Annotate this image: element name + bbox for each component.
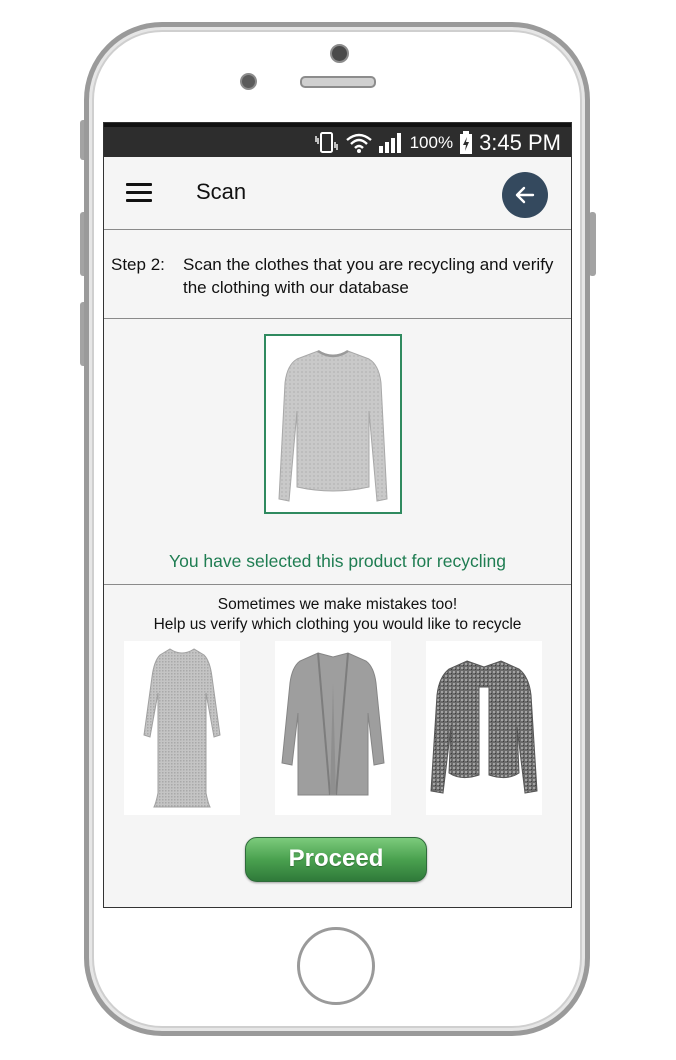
- knit-cardigan-image: [430, 660, 538, 794]
- home-button[interactable]: [297, 927, 375, 1005]
- divider-step: [104, 318, 571, 319]
- step-text: Scan the clothes that you are recycling …: [183, 255, 554, 297]
- battery-percentage: 100%: [409, 133, 454, 152]
- dress-image: [143, 648, 221, 808]
- verify-line-2: Help us verify which clothing you would …: [153, 616, 522, 633]
- verify-instructions: Sometimes we make mistakes too! Help us …: [104, 595, 571, 635]
- option-dress[interactable]: [124, 641, 240, 815]
- option-knit-cardigan[interactable]: [426, 641, 542, 815]
- divider-top: [104, 229, 571, 230]
- selected-product-frame: [264, 334, 402, 514]
- proximity-sensor: [240, 73, 257, 90]
- status-bar: 100% 3:45 PM: [104, 123, 571, 157]
- earpiece-speaker: [300, 76, 376, 88]
- app-bar: Scan: [104, 157, 571, 229]
- selected-product-message: You have selected this product for recyc…: [169, 551, 506, 571]
- proceed-button[interactable]: Proceed: [245, 837, 427, 882]
- wifi-icon: [345, 132, 372, 154]
- back-button[interactable]: [502, 172, 548, 218]
- status-time: 3:45 PM: [479, 130, 561, 155]
- battery-charging-icon: [459, 131, 473, 155]
- divider-selected: [104, 584, 571, 585]
- hamburger-menu-icon[interactable]: [126, 183, 154, 203]
- verify-line-1: Sometimes we make mistakes too!: [217, 596, 458, 613]
- back-arrow-icon: [515, 186, 535, 204]
- power-button: [589, 212, 596, 276]
- page-title: Scan: [196, 179, 247, 204]
- app-screen: 100% 3:45 PM Scan Step 2: Scan the cloth…: [103, 122, 572, 908]
- status-icons: 100% 3:45 PM: [308, 129, 561, 157]
- vibrate-icon: [314, 131, 340, 155]
- sweater-image: [278, 349, 388, 502]
- long-cardigan-image: [281, 652, 385, 796]
- step-label: Step 2:: [111, 255, 165, 274]
- signal-icon: [378, 132, 404, 154]
- front-camera: [330, 44, 349, 63]
- option-long-cardigan[interactable]: [275, 641, 391, 815]
